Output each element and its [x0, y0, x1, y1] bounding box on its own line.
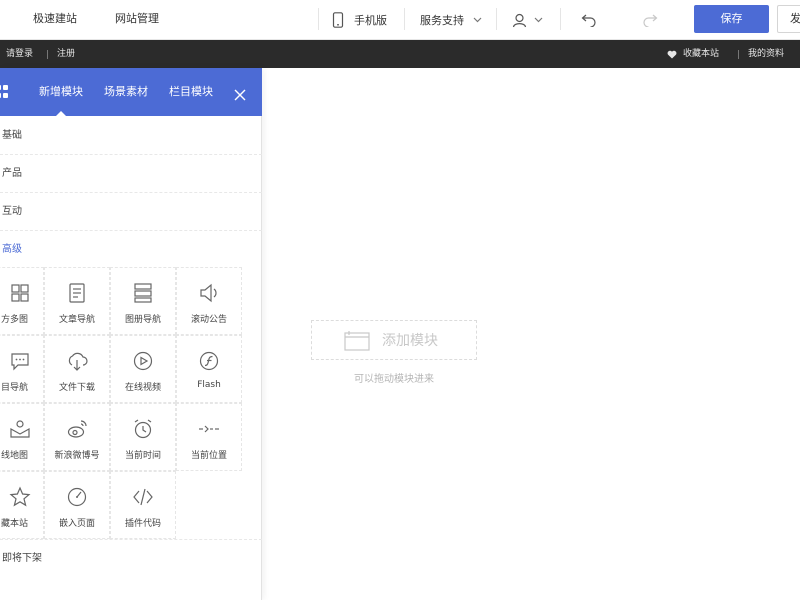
service-support-label: 服务支持 — [420, 14, 464, 27]
mobile-version-button[interactable]: 手机版 — [332, 0, 387, 40]
module-item[interactable]: 方多图 — [0, 267, 44, 335]
module-item[interactable]: Flash — [176, 335, 242, 403]
embed-page-icon — [67, 487, 87, 507]
category-basic[interactable]: 基础 — [0, 117, 262, 155]
module-label: 目导航 — [1, 383, 29, 393]
user-icon — [512, 13, 527, 28]
toolbar-divider — [318, 8, 319, 30]
heart-icon — [667, 50, 677, 59]
module-item[interactable]: 滚动公告 — [176, 267, 242, 335]
chevron-down-icon — [534, 17, 543, 23]
register-link[interactable]: 注册 — [57, 40, 75, 68]
module-label: 插件代码 — [124, 519, 161, 529]
tab-column-module[interactable]: 栏目模块 — [169, 68, 213, 116]
category-deprecated[interactable]: 即将下架 — [0, 539, 262, 577]
my-profile-link[interactable]: 我的资料 — [748, 40, 784, 68]
module-item[interactable]: 藏本站 — [0, 471, 44, 539]
chat-nav-icon — [11, 353, 29, 371]
code-icon — [133, 488, 153, 506]
module-item[interactable]: 插件代码 — [110, 471, 176, 539]
module-item[interactable]: 嵌入页面 — [44, 471, 110, 539]
add-module-dropzone[interactable]: 添加模块 — [311, 320, 477, 360]
user-menu-dropdown[interactable] — [512, 0, 543, 40]
grid-menu-icon[interactable] — [0, 85, 8, 99]
site-preview-topbar: 请登录 注册 收藏本站 我的资料 — [0, 40, 800, 68]
close-icon[interactable] — [234, 86, 246, 101]
module-item[interactable]: 目导航 — [0, 335, 44, 403]
map-icon — [10, 420, 30, 438]
redo-icon — [642, 13, 658, 27]
mobile-version-label: 手机版 — [354, 14, 387, 27]
undo-icon — [581, 13, 597, 27]
module-panel-header: 新增模块 场景素材 栏目模块 — [0, 68, 262, 116]
weibo-icon — [67, 420, 87, 438]
module-item[interactable]: 当前时间 — [110, 403, 176, 471]
tab-new-module[interactable]: 新增模块 — [39, 68, 83, 116]
publish-button[interactable]: 发 — [777, 5, 800, 33]
module-item[interactable]: 在线视频 — [110, 335, 176, 403]
add-module-label: 添加模块 — [382, 333, 438, 349]
module-label: 新浪微博号 — [54, 451, 100, 461]
redo-button[interactable] — [642, 0, 658, 40]
module-item[interactable]: 新浪微博号 — [44, 403, 110, 471]
divider — [738, 50, 739, 59]
category-interactive[interactable]: 互动 — [0, 193, 262, 231]
star-icon — [9, 486, 31, 507]
module-label: 嵌入页面 — [58, 519, 95, 529]
module-label: 当前时间 — [124, 451, 161, 461]
module-label: 在线视频 — [124, 383, 161, 393]
nav-site-manage[interactable]: 网站管理 — [115, 0, 159, 40]
module-label: 滚动公告 — [190, 315, 227, 325]
module-frame-icon — [344, 331, 370, 351]
mobile-phone-icon — [332, 12, 344, 28]
album-nav-icon — [134, 283, 152, 303]
module-label: 线地图 — [1, 451, 29, 461]
online-video-icon — [133, 351, 153, 371]
location-icon — [199, 425, 219, 433]
module-item[interactable]: 文件下载 — [44, 335, 110, 403]
undo-button[interactable] — [581, 0, 597, 40]
module-label: 方多图 — [1, 315, 29, 325]
article-nav-icon — [69, 283, 85, 303]
favorite-link[interactable]: 收藏本站 — [683, 40, 719, 68]
drag-hint-text: 可以拖动模块进来 — [354, 374, 434, 385]
save-button[interactable]: 保存 — [694, 5, 769, 33]
module-item[interactable]: 文章导航 — [44, 267, 110, 335]
nav-fast-build[interactable]: 极速建站 — [33, 0, 77, 40]
toolbar-divider — [560, 8, 561, 30]
file-download-icon — [68, 352, 88, 371]
top-toolbar: 极速建站 网站管理 手机版 服务支持 保存 发 — [0, 0, 800, 40]
category-advanced[interactable]: 高级 — [0, 231, 262, 269]
category-product[interactable]: 产品 — [0, 155, 262, 193]
multi-image-icon — [11, 284, 29, 302]
module-item[interactable]: 图册导航 — [110, 267, 176, 335]
module-label: 图册导航 — [124, 315, 161, 325]
module-label: 文章导航 — [58, 315, 95, 325]
divider — [47, 50, 48, 59]
service-support-dropdown[interactable]: 服务支持 — [420, 0, 482, 40]
flash-icon — [199, 351, 219, 371]
module-panel: 新增模块 场景素材 栏目模块 基础 产品 互动 高级 方多图 文章导航 图册导航… — [0, 68, 262, 600]
module-label: 当前位置 — [190, 451, 227, 461]
module-label: 文件下载 — [58, 383, 95, 393]
tab-scene-material[interactable]: 场景素材 — [104, 68, 148, 116]
module-label: 藏本站 — [1, 519, 29, 529]
module-item[interactable]: 当前位置 — [176, 403, 242, 471]
module-item[interactable]: 线地图 — [0, 403, 44, 471]
toolbar-divider — [496, 8, 497, 30]
clock-icon — [134, 419, 152, 439]
chevron-down-icon — [473, 17, 482, 23]
login-link[interactable]: 请登录 — [6, 40, 33, 68]
module-label: Flash — [197, 380, 221, 390]
toolbar-divider — [404, 8, 405, 30]
scroll-notice-icon — [200, 283, 217, 303]
